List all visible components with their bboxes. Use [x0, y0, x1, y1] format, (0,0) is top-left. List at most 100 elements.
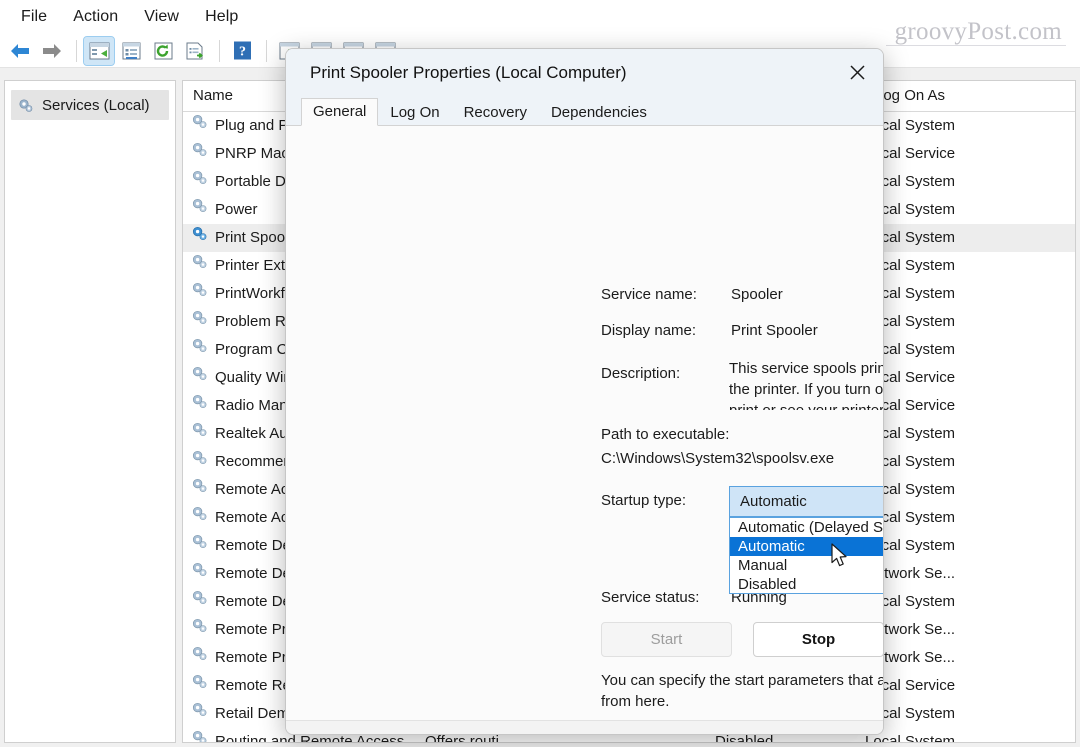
dropdown-option-manual[interactable]: Manual [730, 556, 883, 575]
service-gear-icon [191, 140, 208, 168]
service-name-label: Service name: [601, 286, 697, 303]
toolbar-separator [219, 39, 220, 62]
dialog-tabs: General Log On Recovery Dependencies [286, 96, 883, 126]
stop-service-button[interactable]: Stop [753, 622, 883, 657]
menu-file[interactable]: File [8, 5, 60, 29]
service-gear-icon [191, 224, 208, 252]
service-gear-icon [191, 448, 208, 476]
forward-icon[interactable] [37, 37, 67, 65]
service-gear-icon [191, 588, 208, 616]
startup-type-combobox[interactable]: Automatic [729, 486, 883, 517]
service-gear-icon [191, 168, 208, 196]
help-icon[interactable]: ? [227, 37, 257, 65]
dialog-title-bar[interactable]: Print Spooler Properties (Local Computer… [286, 49, 883, 96]
watermark-rule [886, 45, 1066, 46]
service-logon-cell: Local System [865, 481, 956, 498]
close-icon[interactable] [831, 49, 883, 96]
dropdown-option-disabled[interactable]: Disabled [730, 575, 883, 594]
menu-view[interactable]: View [131, 5, 192, 29]
tree-item-label: Services (Local) [42, 96, 150, 114]
services-gear-icon [17, 97, 34, 114]
field-path-label-wrap: Path to executable: [601, 426, 729, 443]
service-gear-icon [191, 336, 208, 364]
description-value[interactable]: This service spools print jobs and handl… [729, 358, 883, 410]
service-name-value: Spooler [731, 286, 783, 303]
toolbar-separator [76, 39, 77, 62]
path-to-executable-label: Path to executable: [601, 426, 730, 443]
service-logon-cell: Local System [865, 509, 956, 526]
service-gear-icon [191, 420, 208, 448]
service-gear-icon [191, 672, 208, 700]
show-hide-console-tree-icon[interactable] [83, 35, 115, 66]
service-gear-icon [191, 728, 208, 742]
startup-type-selected-value: Automatic [740, 493, 807, 510]
service-logon-cell: Local System [865, 537, 956, 554]
back-icon[interactable] [5, 37, 35, 65]
export-list-icon[interactable] [180, 37, 210, 65]
menu-action[interactable]: Action [60, 5, 131, 29]
tab-dependencies[interactable]: Dependencies [539, 99, 659, 126]
service-logon-cell: Local System [865, 705, 956, 722]
tree-item-services-local[interactable]: Services (Local) [11, 90, 169, 120]
refresh-icon[interactable] [148, 37, 178, 65]
service-logon-cell: Local System [865, 229, 956, 246]
dropdown-option-automatic[interactable]: Automatic [730, 537, 883, 556]
service-gear-icon [191, 196, 208, 224]
field-description-label-wrap: Description: [601, 365, 731, 382]
dropdown-option-automatic-delayed-start[interactable]: Automatic (Delayed Start) [730, 518, 883, 537]
service-logon-cell: Local System [865, 733, 956, 743]
service-control-buttons: StartStopPauseResume [601, 622, 883, 657]
service-status-label: Service status: [601, 589, 700, 606]
service-gear-icon [191, 504, 208, 532]
start-parameters-label: Start parameters: [601, 734, 717, 735]
path-to-executable-value: C:\Windows\System32\spoolsv.exe [601, 450, 835, 467]
startup-type-label: Startup type: [601, 492, 687, 509]
service-logon-cell: Local System [865, 257, 956, 274]
service-gear-icon [191, 476, 208, 504]
menu-help[interactable]: Help [192, 5, 251, 29]
dialog-footer-buttons: OKCancelApply [286, 721, 883, 734]
service-logon-cell: Local System [865, 117, 956, 134]
column-header-log-on-as[interactable]: Log On As [865, 81, 1045, 111]
display-name-value: Print Spooler [731, 322, 818, 339]
service-logon-cell: Local System [865, 453, 956, 470]
service-logon-cell: Local System [865, 173, 956, 190]
display-name-label: Display name: [601, 322, 697, 339]
start-service-button: Start [601, 622, 732, 657]
field-startup-type-label-wrap: Startup type: [601, 492, 731, 509]
tab-general[interactable]: General [301, 98, 379, 126]
service-logon-cell: Local System [865, 313, 956, 330]
service-logon-cell: Local System [865, 341, 956, 358]
service-logon-cell: Local Service [865, 397, 956, 414]
start-parameters-help-text: You can specify the start parameters tha… [601, 672, 883, 710]
description-label: Description: [601, 365, 681, 382]
service-logon-cell: Local Service [865, 145, 956, 162]
service-gear-icon [191, 644, 208, 672]
service-logon-cell: Local System [865, 201, 956, 218]
service-logon-cell: Local Service [865, 677, 956, 694]
tab-recovery[interactable]: Recovery [452, 99, 539, 126]
startup-type-dropdown-list[interactable]: Automatic (Delayed Start)AutomaticManual… [729, 517, 883, 594]
service-gear-icon [191, 532, 208, 560]
service-logon-cell: Local System [865, 593, 956, 610]
print-spooler-properties-dialog: Print Spooler Properties (Local Computer… [285, 48, 884, 735]
field-service-name: Service name: Spooler [601, 286, 783, 303]
field-display-name: Display name: Print Spooler [601, 322, 818, 339]
console-tree-pane: Services (Local) [4, 80, 176, 743]
service-gear-icon [191, 616, 208, 644]
service-gear-icon [191, 364, 208, 392]
service-logon-cell: Local System [865, 425, 956, 442]
service-logon-cell: Local System [865, 285, 956, 302]
tab-log-on[interactable]: Log On [378, 99, 451, 126]
svg-text:?: ? [239, 45, 246, 60]
watermark: groovyPost.com [894, 18, 1062, 45]
service-gear-icon [191, 112, 208, 140]
service-logon-cell: Network Se... [865, 621, 956, 638]
service-gear-icon [191, 700, 208, 728]
service-gear-icon [191, 308, 208, 336]
service-gear-icon [191, 560, 208, 588]
field-path-value-wrap: C:\Windows\System32\spoolsv.exe [601, 450, 834, 467]
properties-icon[interactable] [116, 37, 146, 65]
service-logon-cell: Network Se... [865, 649, 956, 666]
service-gear-icon [191, 252, 208, 280]
